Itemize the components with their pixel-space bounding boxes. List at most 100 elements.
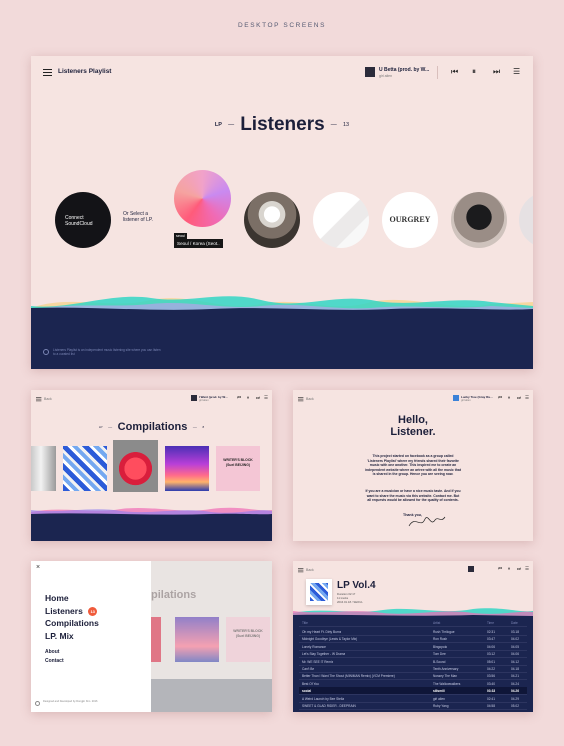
close-icon[interactable]: ×: [36, 564, 40, 571]
track-title: Can't Be: [302, 667, 315, 671]
track-row[interactable]: SWEET & GLAD RIDER - DEEPRAIN Ruby Yang 04…: [299, 702, 527, 710]
title-prefix: LP: [214, 122, 222, 128]
select-listener-label: Or Select a listener of LP.: [123, 211, 153, 223]
track-date: 04.24: [511, 681, 519, 686]
track-time: 04:22: [487, 667, 495, 671]
menu-icon[interactable]: [43, 69, 52, 76]
track-artist: Rush Thrilogue: [433, 630, 455, 634]
track-date: 04.05: [511, 644, 519, 649]
listener-tile-black-cat[interactable]: [451, 192, 507, 248]
track-artist: girl alien: [433, 696, 445, 701]
previous-icon[interactable]: ⏮: [451, 68, 458, 76]
track-title: Mr. WE SEE IT Remix: [302, 659, 334, 664]
info-icon[interactable]: [35, 701, 40, 706]
track-title: Better Than I Want The Shout (MINIMAN Re…: [302, 674, 395, 679]
footer-text: Listeners Playlist is an independent mus…: [53, 348, 161, 357]
track-time: 05:01: [487, 659, 495, 664]
back-link[interactable]: Back: [44, 397, 52, 401]
album-cover-red-hand[interactable]: [113, 440, 158, 492]
title-dash: —: [106, 424, 114, 430]
album-cover-building[interactable]: [31, 446, 56, 491]
track-artist: Ruby Yang: [433, 704, 449, 708]
track-title: A Weird Launch by Bee Stella: [302, 696, 345, 701]
menu-icon[interactable]: [36, 397, 42, 402]
about-heading-line2: Listener.: [390, 426, 436, 438]
track-artist: Nossey The Man: [433, 674, 458, 679]
track-time: 03:12: [487, 652, 495, 657]
previous-icon[interactable]: ⏮: [237, 395, 241, 401]
playlist-title: LP Vol.4: [337, 580, 376, 591]
now-playing-cover[interactable]: [365, 67, 375, 77]
audio-wave: [31, 504, 272, 541]
menu-item-home[interactable]: Home: [45, 592, 99, 605]
next-icon[interactable]: ⏭: [256, 395, 260, 401]
track-date: 04.06: [511, 652, 519, 657]
bg-album-writers-block: WRITER'S BLOCK (Suel BEIJING): [226, 617, 270, 662]
section-heading: DESKTOP SCREENS: [237, 22, 327, 29]
page-title-row: LP — Compilations — 8: [31, 418, 272, 436]
now-playing-cover[interactable]: [468, 566, 474, 572]
about-heading-line1: Hello,: [398, 414, 428, 426]
tracklist: Title Artist Time Date Oh my Heart Ft. D…: [293, 618, 533, 712]
about-paragraph-1: This project started on facebook as a gr…: [365, 454, 461, 477]
playlist-screen: Back ⏮ ⏸ ⏭ ☰ LP Vol.4 Duration 02:17 11 …: [293, 561, 533, 712]
track-date: 03.18: [511, 630, 519, 634]
listener-tile-partial[interactable]: [519, 192, 533, 248]
menu-item-lp-mix[interactable]: LP. Mix: [45, 630, 99, 643]
back-link[interactable]: Back: [306, 568, 314, 572]
previous-icon[interactable]: ⏮: [498, 566, 502, 572]
menu-item-compilations[interactable]: Compilations: [45, 617, 99, 630]
header-time: Time: [487, 621, 494, 625]
track-title: Best Of You: [302, 681, 319, 686]
now-playing-cover[interactable]: [453, 395, 459, 401]
track-time: 03:40: [487, 681, 495, 686]
listener-tile-stormtrooper[interactable]: [244, 192, 300, 248]
playlist-cover: [306, 579, 332, 605]
back-link[interactable]: Back: [306, 397, 314, 401]
compilations-screen: Back I Want (prod. by W... girl alien ⏮ …: [31, 390, 272, 541]
queue-icon[interactable]: ☰: [525, 566, 529, 572]
track-time: 02:41: [487, 696, 495, 701]
album-cover-sunset[interactable]: [165, 446, 209, 491]
pause-icon[interactable]: ⏸: [508, 566, 510, 572]
listener-tile-ourgrey[interactable]: OURGREY: [382, 192, 438, 248]
menu-item-contact[interactable]: Contact: [45, 657, 99, 666]
menu-item-about[interactable]: About: [45, 648, 99, 657]
track-artist: Bingopolo: [433, 644, 448, 649]
queue-icon[interactable]: ☰: [513, 68, 520, 76]
now-playing-cover[interactable]: [191, 395, 197, 401]
next-icon[interactable]: ⏭: [517, 566, 521, 572]
menu-icon[interactable]: [298, 568, 304, 573]
divider: [437, 66, 438, 79]
now-playing-title[interactable]: U Betta (prod. by W...: [379, 67, 429, 73]
track-title: Midnight Goodbye (Lewis & Taylor Mix): [302, 637, 358, 642]
bg-page-title: pilations: [151, 589, 197, 601]
queue-icon[interactable]: ☰: [264, 395, 268, 401]
album-cover-blue-pattern[interactable]: [63, 446, 107, 491]
previous-icon[interactable]: ⏮: [498, 395, 502, 401]
next-icon[interactable]: ⏭: [517, 395, 521, 401]
title-dash: —: [191, 424, 199, 430]
listeners-screen: Listeners Playlist U Betta (prod. by W..…: [31, 56, 533, 369]
menu-item-listeners[interactable]: Listeners 13: [45, 605, 99, 618]
info-icon[interactable]: [43, 349, 49, 355]
tracklist-header: Title Artist Time Date: [299, 619, 527, 627]
pause-icon[interactable]: ⏸: [472, 68, 476, 76]
pause-icon[interactable]: ⏸: [508, 395, 510, 401]
queue-icon[interactable]: ☰: [525, 395, 529, 401]
next-icon[interactable]: ⏭: [493, 68, 500, 76]
album-cover-writers-block[interactable]: WRITER'S BLOCK (Suel BEIJING): [216, 446, 260, 491]
track-date: 04.12: [511, 659, 519, 664]
menu-list: Home Listeners 13 Compilations LP. Mix A…: [45, 592, 99, 666]
connect-soundcloud-button[interactable]: Connect SoundCloud: [55, 192, 111, 248]
track-time: 03:56: [487, 674, 495, 679]
now-playing-artist: girl alien: [379, 74, 393, 78]
listener-tile-white-paper[interactable]: [313, 192, 369, 248]
side-menu-panel: × Home Listeners 13 Compilations LP. Mix…: [31, 561, 151, 712]
menu-icon[interactable]: [298, 397, 304, 402]
track-artist: The Wallowwalkers: [433, 681, 461, 686]
track-date: 04.29: [511, 696, 519, 701]
track-time: 03:47: [487, 637, 495, 642]
listener-tile-pink[interactable]: [174, 170, 231, 227]
pause-icon[interactable]: ⏸: [247, 395, 249, 401]
